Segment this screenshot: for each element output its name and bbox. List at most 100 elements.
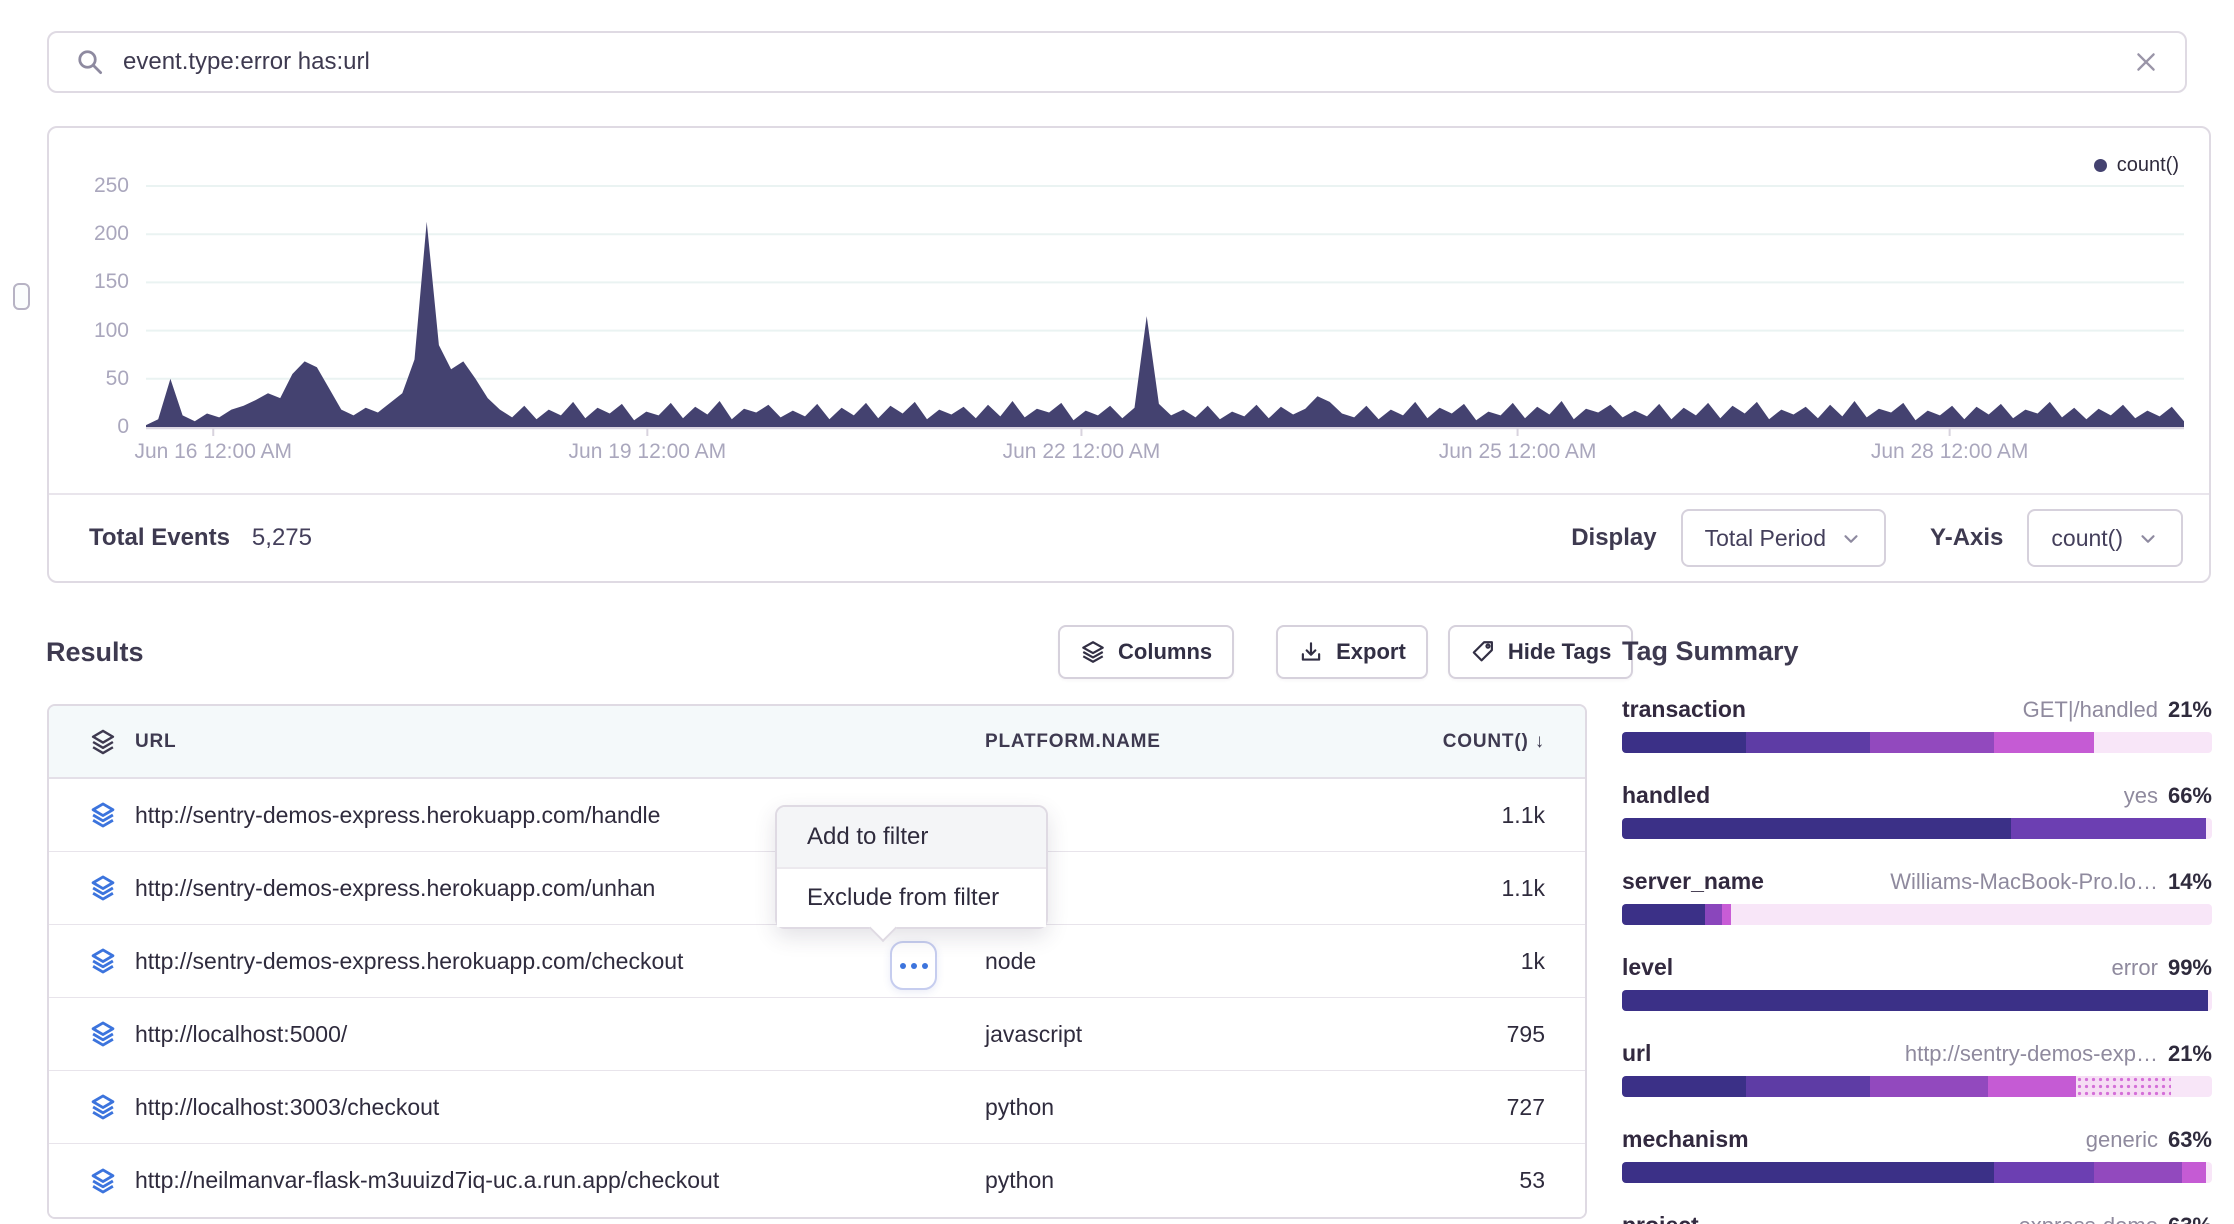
tag-summary: Tag Summary transaction GET|/handled 21%…: [1622, 636, 2212, 1224]
tag-percent: 63%: [2168, 1213, 2212, 1224]
tag-top-value: http://sentry-demos-exp…: [1905, 1041, 2158, 1067]
results-heading: Results: [46, 637, 144, 668]
tag-distribution-bar[interactable]: [1622, 1076, 2212, 1097]
tag-top-value: error: [2112, 955, 2158, 981]
export-button[interactable]: Export: [1276, 625, 1428, 679]
cell-count: 1.1k: [1405, 875, 1545, 902]
cell-url: http://localhost:5000/: [135, 1021, 985, 1048]
count-header-label: COUNT(): [1443, 731, 1529, 752]
display-select[interactable]: Total Period: [1681, 509, 1886, 567]
hide-tags-button-label: Hide Tags: [1508, 639, 1612, 665]
stack-icon[interactable]: [89, 947, 135, 975]
cell-platform: node: [985, 948, 1405, 975]
cell-count: 1.1k: [1405, 802, 1545, 829]
yaxis-select[interactable]: count(): [2027, 509, 2183, 567]
tag-top-value: generic: [2086, 1127, 2158, 1153]
stack-icon[interactable]: [89, 874, 135, 902]
tag-icon: [1470, 639, 1496, 665]
table-row: http://localhost:3003/checkout python 72…: [49, 1071, 1585, 1144]
tag-percent: 66%: [2168, 783, 2212, 809]
total-events-value: 5,275: [252, 524, 312, 552]
table-row: http://localhost:5000/ javascript 795: [49, 998, 1585, 1071]
stack-icon[interactable]: [89, 1093, 135, 1121]
total-events-label: Total Events: [89, 524, 230, 552]
yaxis-select-value: count(): [2051, 525, 2123, 552]
columns-button-label: Columns: [1118, 639, 1212, 665]
display-select-value: Total Period: [1705, 525, 1826, 552]
cell-count: 727: [1405, 1094, 1545, 1121]
clear-search-icon[interactable]: [2133, 49, 2159, 75]
tag-distribution-bar[interactable]: [1622, 990, 2212, 1011]
tag-row-server-name: server_name Williams-MacBook-Pro.lo… 14%: [1622, 868, 2212, 925]
results-toolbar: Columns Export Hide Tags: [1058, 625, 1633, 679]
table-row: http://sentry-demos-express.herokuapp.co…: [49, 925, 1585, 998]
cell-url: http://sentry-demos-express.herokuapp.co…: [135, 948, 985, 975]
column-header-platform[interactable]: PLATFORM.NAME: [985, 731, 1405, 753]
tag-percent: 63%: [2168, 1127, 2212, 1153]
sidebar-resize-handle[interactable]: [13, 283, 30, 310]
column-header-url[interactable]: URL: [135, 731, 985, 753]
ellipsis-icon: [900, 963, 906, 969]
tag-row-mechanism: mechanism generic 63%: [1622, 1126, 2212, 1183]
export-button-label: Export: [1336, 639, 1406, 665]
tag-row-handled: handled yes 66%: [1622, 782, 2212, 839]
cell-count: 53: [1405, 1167, 1545, 1194]
cell-count: 795: [1405, 1021, 1545, 1048]
download-icon: [1298, 639, 1324, 665]
chart-footer: Total Events 5,275 Display Total Period …: [49, 493, 2209, 581]
column-header-count[interactable]: COUNT() ↓: [1405, 731, 1545, 753]
cell-url: http://localhost:3003/checkout: [135, 1094, 985, 1121]
results-table: URL PLATFORM.NAME COUNT() ↓ http://sentr…: [47, 704, 1587, 1219]
columns-button[interactable]: Columns: [1058, 625, 1234, 679]
cell-actions-button[interactable]: [890, 941, 937, 990]
tag-row-transaction: transaction GET|/handled 21%: [1622, 696, 2212, 753]
search-icon: [75, 47, 105, 77]
cell-platform: python: [985, 1167, 1405, 1194]
tag-name: project: [1622, 1212, 1699, 1224]
menu-item-exclude-from-filter[interactable]: Exclude from filter: [777, 867, 1046, 927]
cell-platform: python: [985, 1094, 1405, 1121]
hide-tags-button[interactable]: Hide Tags: [1448, 625, 1634, 679]
menu-item-add-to-filter[interactable]: Add to filter: [777, 807, 1046, 867]
stack-icon[interactable]: [89, 1020, 135, 1048]
table-header-row: URL PLATFORM.NAME COUNT() ↓: [49, 706, 1585, 779]
tag-distribution-bar[interactable]: [1622, 904, 2212, 925]
tag-summary-heading: Tag Summary: [1622, 636, 2212, 667]
tag-percent: 21%: [2168, 1041, 2212, 1067]
cell-actions-menu: Add to filter Exclude from filter: [775, 805, 1048, 929]
tag-row-level: level error 99%: [1622, 954, 2212, 1011]
stack-icon[interactable]: [89, 801, 135, 829]
stack-icon[interactable]: [89, 1167, 135, 1195]
tag-top-value: express-demo: [2019, 1213, 2158, 1224]
tag-percent: 21%: [2168, 697, 2212, 723]
cell-url: http://neilmanvar-flask-m3uuizd7iq-uc.a.…: [135, 1167, 985, 1194]
table-row: http://neilmanvar-flask-m3uuizd7iq-uc.a.…: [49, 1144, 1585, 1217]
tag-top-value: Williams-MacBook-Pro.lo…: [1890, 869, 2158, 895]
events-chart-svg: [146, 158, 2184, 436]
cell-count: 1k: [1405, 948, 1545, 975]
cell-platform: javascript: [985, 1021, 1405, 1048]
tag-distribution-bar[interactable]: [1622, 1162, 2212, 1183]
stack-icon[interactable]: [89, 728, 135, 756]
tag-top-value: GET|/handled: [2023, 697, 2158, 723]
tag-distribution-bar[interactable]: [1622, 732, 2212, 753]
tag-percent: 99%: [2168, 955, 2212, 981]
tag-name: handled: [1622, 782, 1710, 809]
tag-top-value: yes: [2124, 783, 2158, 809]
chevron-down-icon: [1840, 528, 1862, 550]
display-label: Display: [1571, 524, 1656, 552]
tag-row-url: url http://sentry-demos-exp… 21%: [1622, 1040, 2212, 1097]
tag-name: level: [1622, 954, 1673, 981]
tag-name: server_name: [1622, 868, 1764, 895]
layers-icon: [1080, 639, 1106, 665]
tag-percent: 14%: [2168, 869, 2212, 895]
tag-row-project: project express-demo 63%: [1622, 1212, 2212, 1224]
search-bar: [47, 31, 2187, 93]
tag-name: transaction: [1622, 696, 1746, 723]
search-input[interactable]: [123, 48, 2115, 76]
tag-name: url: [1622, 1040, 1651, 1067]
sort-descending-icon: ↓: [1535, 731, 1545, 752]
yaxis-label: Y-Axis: [1930, 524, 2003, 552]
events-chart-panel: count() 050100150200250 Jun 16 12:00 AMJ…: [47, 126, 2211, 583]
tag-distribution-bar[interactable]: [1622, 818, 2212, 839]
